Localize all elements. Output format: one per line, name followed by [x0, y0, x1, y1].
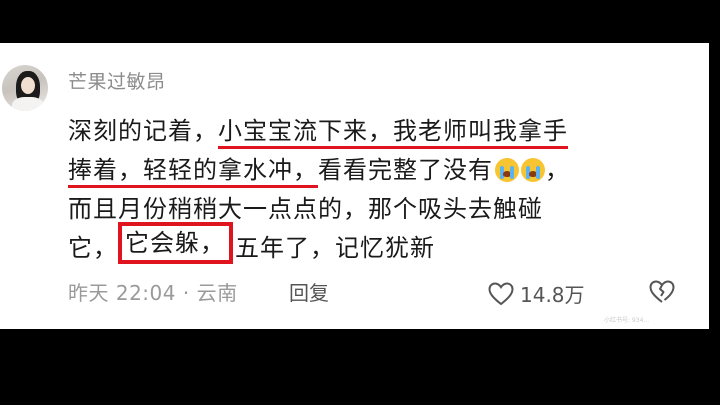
- dislike-button[interactable]: [648, 279, 676, 309]
- comment-text-segment: 五年了，记忆犹新: [235, 234, 435, 262]
- comment-text-line-4: 它， 它会躲， 五年了，记忆犹新: [68, 222, 435, 264]
- avatar-face: [21, 77, 35, 94]
- like-button[interactable]: 14.8万: [488, 279, 585, 308]
- underlined-text: 小宝宝流下来，我老师叫我拿手: [218, 117, 568, 149]
- emoji-mouth: [503, 171, 511, 177]
- like-count: 14.8万: [520, 283, 585, 307]
- avatar-body: [12, 97, 44, 111]
- comment-text-segment: 深刻的记着，: [68, 117, 218, 145]
- boxed-highlight-text: 它会躲，: [118, 222, 233, 264]
- comment-username[interactable]: 芒果过敏昂: [68, 67, 166, 94]
- heart-icon: [488, 281, 514, 305]
- watermark: 小红书号: 934...: [604, 317, 650, 324]
- comment-text-line-2: 捧着，轻轻的拿水冲，看看完整了没有 ，: [68, 150, 570, 188]
- underlined-text: 捧着，轻轻的拿水冲，: [68, 156, 318, 188]
- crying-face-icon: [495, 158, 519, 182]
- comment-card: 芒果过敏昂 深刻的记着，小宝宝流下来，我老师叫我拿手 捧着，轻轻的拿水冲，看看完…: [0, 43, 709, 329]
- comment-text-line-3: 而且月份稍稍大一点点的，那个吸头去触碰: [68, 195, 543, 223]
- video-frame: 芒果过敏昂 深刻的记着，小宝宝流下来，我老师叫我拿手 捧着，轻轻的拿水冲，看看完…: [0, 0, 720, 405]
- comment-text-segment: ，: [545, 156, 570, 184]
- comment-text-segment: 看看完整了没有: [318, 156, 493, 184]
- comment-text-line-1: 深刻的记着，小宝宝流下来，我老师叫我拿手: [68, 111, 568, 149]
- comment-timestamp-location: 昨天 22:04 · 云南: [68, 281, 238, 305]
- crying-face-icon: [521, 158, 545, 182]
- reply-button[interactable]: 回复: [289, 277, 329, 306]
- broken-heart-icon: [649, 280, 675, 303]
- emoji-mouth: [529, 171, 537, 177]
- avatar[interactable]: [2, 65, 48, 111]
- comment-text-segment: 它，: [68, 234, 118, 262]
